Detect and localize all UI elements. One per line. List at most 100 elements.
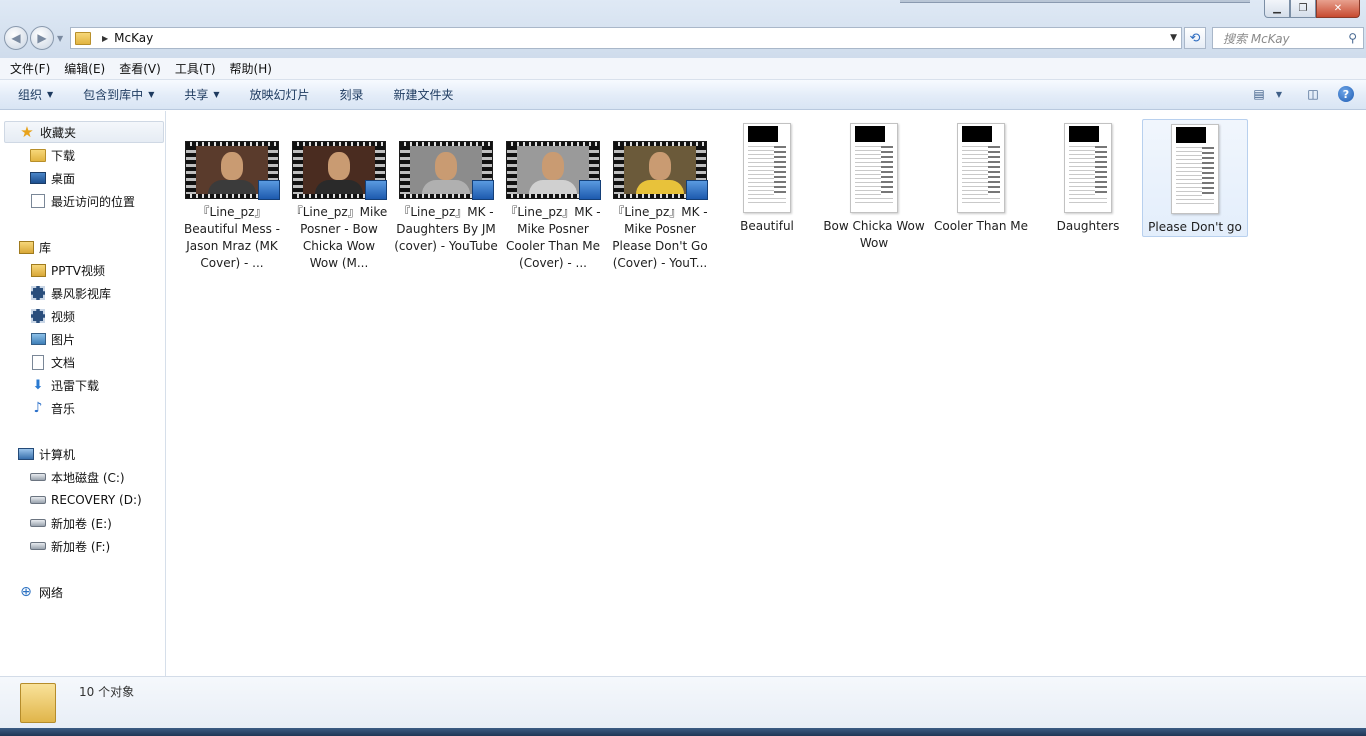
nav-network[interactable]: ⊕ 网络 [18,581,63,603]
search-icon[interactable]: ⚲ [1348,31,1357,45]
document-file-item[interactable]: Please Don't go [1142,119,1248,237]
include-library-button[interactable]: 包含到库中 ▼ [83,86,154,103]
back-arrow-icon: ◀ [11,31,21,45]
nav-item-label: 图片 [51,332,76,347]
video-file-item[interactable]: 『Line_pz』MK - Mike Posner Please Don't G… [607,141,713,272]
file-name-label: 『Line_pz』Beautiful Mess - Jason Mraz (MK… [184,205,280,270]
close-button[interactable]: ✕ [1316,0,1360,18]
nav-libraries[interactable]: 库 [18,236,51,258]
nav-item-baofeng[interactable]: 暴风影视库 [30,282,111,304]
nav-item-label: 暴风影视库 [51,286,112,301]
video-file-item[interactable]: 『Line_pz』Mike Posner - Bow Chicka Wow Wo… [286,141,392,272]
organize-button[interactable]: 组织 ▼ [18,86,53,103]
recent-pages-dropdown[interactable]: ▼ [57,34,63,43]
search-input[interactable]: 搜索 McKay [1223,30,1290,47]
refresh-icon: ⟲ [1189,30,1201,46]
address-dropdown-icon[interactable]: ▼ [1170,33,1177,43]
maximize-button[interactable]: ❐ [1290,0,1316,18]
folder-icon [75,31,91,45]
document-file-item[interactable]: Beautiful [714,120,820,235]
forward-button[interactable]: ▶ [30,26,54,50]
video-file-item[interactable]: 『Line_pz』MK - Mike Posner Cooler Than Me… [500,141,606,272]
video-file-badge-icon [472,180,494,200]
view-options-chevron-icon[interactable]: ▼ [1270,86,1288,102]
document-thumbnail [850,123,898,213]
nav-item-downloads[interactable]: 下载 [30,144,75,166]
view-controls: ▤ ▼ ◫ ? [1234,86,1354,102]
menu-edit[interactable]: 编辑(E) [64,60,105,77]
nav-favorites[interactable]: ★ 收藏夹 [4,121,164,143]
video-file-badge-icon [686,180,708,200]
video-library-icon [31,286,45,300]
nav-computer-label: 计算机 [39,447,76,462]
change-view-icon[interactable]: ▤ [1250,86,1268,102]
recent-places-icon [31,194,45,208]
new-folder-button[interactable]: 新建文件夹 [394,86,454,103]
window-top-strip [900,0,1250,3]
nav-item-drive-e[interactable]: 新加卷 (E:) [30,512,112,534]
nav-item-drive-d[interactable]: RECOVERY (D:) [30,489,142,511]
help-icon[interactable]: ? [1338,86,1354,102]
drive-icon [30,542,46,550]
nav-item-music[interactable]: ♪ 音乐 [30,397,75,419]
document-file-item[interactable]: Daughters [1035,120,1141,235]
nav-item-pictures[interactable]: 图片 [30,328,75,350]
nav-item-documents[interactable]: 文档 [30,351,75,373]
address-bar[interactable]: ▶ McKay ▼ [70,27,1182,49]
file-name-label: 『Line_pz』MK - Mike Posner Cooler Than Me… [505,205,601,270]
menu-file[interactable]: 文件(F) [10,60,50,77]
document-file-item[interactable]: Cooler Than Me [928,120,1034,235]
nav-item-desktop[interactable]: 桌面 [30,167,75,189]
nav-item-label: 音乐 [51,401,76,416]
organize-label: 组织 [18,88,43,102]
video-file-badge-icon [258,180,280,200]
menu-tools[interactable]: 工具(T) [175,60,216,77]
forward-arrow-icon: ▶ [37,31,47,45]
folder-icon [20,683,56,723]
nav-item-recent-places[interactable]: 最近访问的位置 [30,190,135,212]
nav-item-label: 最近访问的位置 [51,194,136,209]
chevron-down-icon: ▼ [213,90,220,99]
minimize-button[interactable]: ▁ [1264,0,1290,18]
nav-item-label: 迅雷下载 [51,378,100,393]
document-thumbnail [1064,123,1112,213]
include-library-label: 包含到库中 [83,88,144,102]
menu-bar: 文件(F) 编辑(E) 查看(V) 工具(T) 帮助(H) [0,58,1366,80]
search-box[interactable]: 搜索 McKay ⚲ [1212,27,1364,49]
slideshow-button[interactable]: 放映幻灯片 [250,86,310,103]
document-file-item[interactable]: Bow Chicka Wow Wow [821,120,927,252]
file-name-label: Please Don't go [1148,220,1242,234]
breadcrumb-separator-icon[interactable]: ▶ [102,34,108,43]
breadcrumb[interactable]: McKay [114,31,153,45]
nav-buttons: ◀ ▶ ▼ [4,26,63,50]
nav-item-drive-f[interactable]: 新加卷 (F:) [30,535,110,557]
refresh-button[interactable]: ⟲ [1184,27,1206,49]
video-file-item[interactable]: 『Line_pz』MK - Daughters By JM (cover) - … [393,141,499,255]
film-icon [31,309,45,323]
item-count: 10 个对象 [79,685,135,699]
nav-item-label: PPTV视频 [51,263,106,278]
file-list[interactable]: 『Line_pz』Beautiful Mess - Jason Mraz (MK… [167,111,1366,676]
share-button[interactable]: 共享 ▼ [184,86,219,103]
nav-item-videos[interactable]: 视频 [30,305,75,327]
burn-button[interactable]: 刻录 [340,86,364,103]
nav-favorites-label: 收藏夹 [40,125,77,140]
menu-help[interactable]: 帮助(H) [230,60,272,77]
nav-libraries-label: 库 [39,240,52,255]
menu-view[interactable]: 查看(V) [119,60,161,77]
preview-pane-icon[interactable]: ◫ [1304,86,1322,102]
document-thumbnail [743,123,791,213]
nav-item-thunder-downloads[interactable]: ⬇ 迅雷下载 [30,374,99,396]
nav-computer[interactable]: 计算机 [18,443,75,465]
system-drive-icon [30,473,46,481]
document-thumbnail [957,123,1005,213]
video-file-item[interactable]: 『Line_pz』Beautiful Mess - Jason Mraz (MK… [179,141,285,272]
nav-item-drive-c[interactable]: 本地磁盘 (C:) [30,466,125,488]
nav-item-pptv[interactable]: PPTV视频 [30,259,105,281]
file-name-label: 『Line_pz』MK - Mike Posner Please Don't G… [612,205,708,270]
nav-item-label: 下载 [51,148,76,163]
downloads-folder-icon [30,148,46,162]
back-button[interactable]: ◀ [4,26,28,50]
file-name-label: Cooler Than Me [934,219,1028,233]
drive-icon [30,519,46,527]
